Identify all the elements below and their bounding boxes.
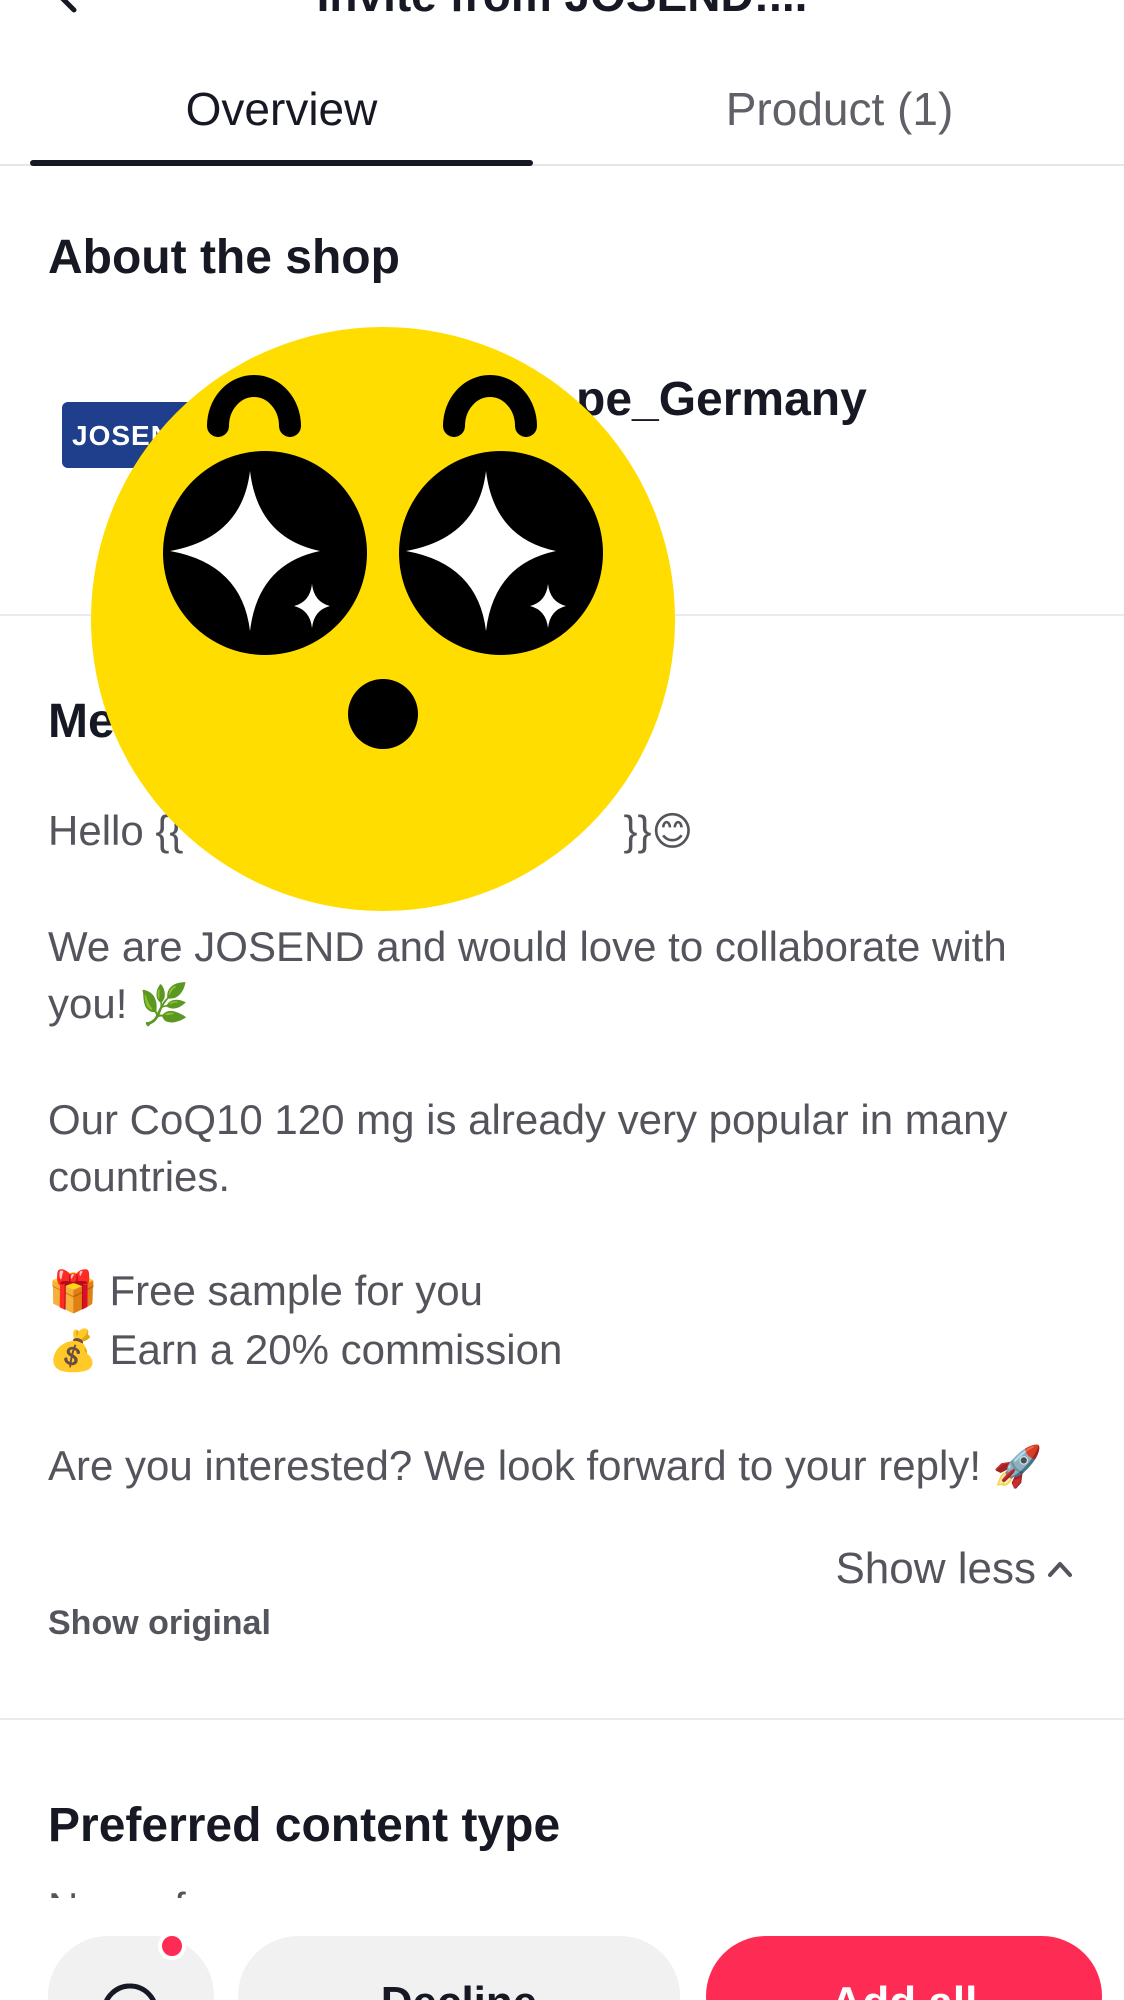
decline-button[interactable]: Decline — [238, 1936, 680, 2000]
section-divider — [0, 1718, 1124, 1720]
starstruck-emoji-sticker — [91, 327, 675, 911]
gift-emoji: 🎁 — [48, 1269, 98, 1315]
notification-dot — [158, 1932, 186, 1960]
preferred-content-title: Preferred content type — [48, 1799, 561, 1852]
tab-bar: Overview Product (1) — [0, 60, 1124, 166]
chevron-up-icon — [1048, 1562, 1072, 1577]
message-paragraph: Are you interested? We look forward to y… — [48, 1442, 1043, 1490]
message-perks: 🎁 Free sample for you 💰 Earn a 20% commis… — [48, 1267, 563, 1374]
invite-page: Invite from JOSEND:... Overview Product … — [0, 0, 1124, 2000]
tab-overview[interactable]: Overview — [30, 82, 533, 136]
show-less-label: Show less — [835, 1544, 1036, 1593]
herb-emoji: 🌿 — [139, 982, 189, 1028]
chat-bubble-icon — [104, 1983, 156, 2000]
preferred-content-value: No preference — [48, 1884, 314, 1898]
page-title: Invite from JOSEND:... — [0, 0, 1124, 22]
message-body: Hello {{}}😊 We are JOSEND and would love… — [48, 802, 1068, 1553]
money-bag-emoji: 💰 — [48, 1328, 98, 1374]
message-paragraph: Our CoQ10 120 mg is already very popular… — [48, 1096, 1008, 1200]
bottom-action-bar: Decline Add all — [0, 1932, 1124, 2000]
chat-button[interactable] — [48, 1936, 214, 2000]
add-all-button[interactable]: Add all — [706, 1936, 1102, 2000]
about-section-title: About the shop — [48, 231, 400, 284]
active-tab-indicator — [30, 160, 533, 166]
show-original-link[interactable]: Show original — [48, 1604, 271, 1643]
tab-product[interactable]: Product (1) — [612, 82, 1067, 136]
show-less-button[interactable]: Show less — [835, 1544, 1074, 1594]
message-paragraph: We are JOSEND and would love to collabor… — [48, 923, 1007, 1028]
top-bar: Invite from JOSEND:... — [0, 0, 1124, 40]
rocket-emoji: 🚀 — [992, 1444, 1043, 1490]
